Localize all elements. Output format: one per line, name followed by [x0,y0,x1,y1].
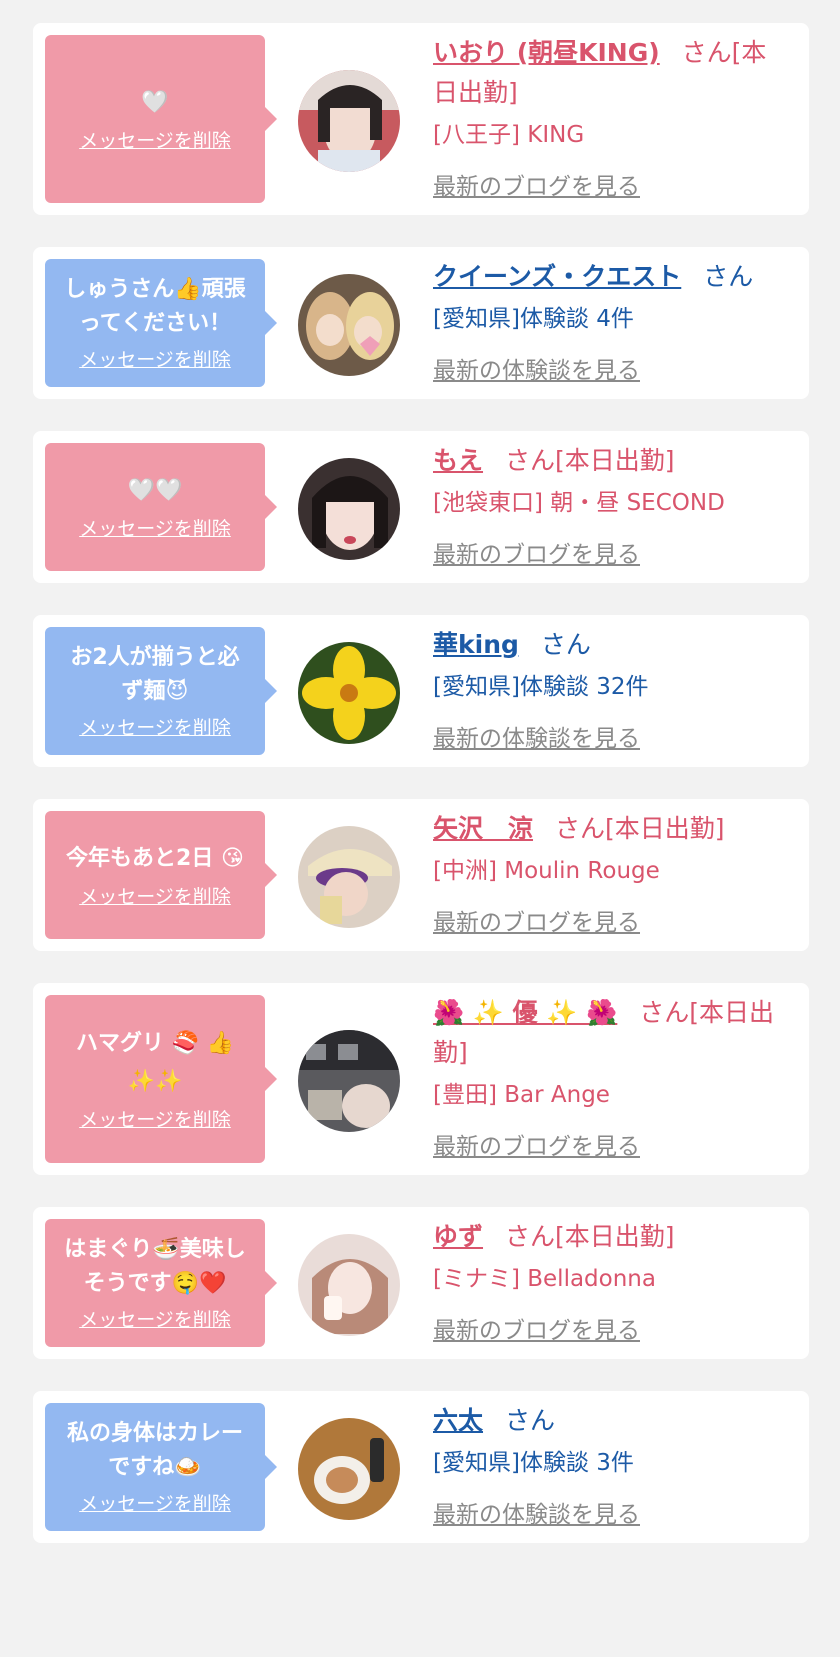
message-bubble: お2人が揃うと必ず麺😈 メッセージを削除 [45,627,277,755]
shop-info: ゆず さん[本日出勤] [ミナミ] Belladonna 最新のブログを見る [433,1217,791,1345]
delete-message-link[interactable]: メッセージを削除 [79,1307,231,1333]
message-bubble: 私の身体はカレーですね🍛 メッセージを削除 [45,1403,277,1531]
shop-info: いおり (朝昼KING) さん[本日出勤] [八王子] KING 最新のブログを… [433,33,791,201]
list-item: 今年もあと2日 😘 メッセージを削除 矢沢 涼 さん[本日出勤] [中洲] Mo… [33,799,809,951]
shop-info: 矢沢 涼 さん[本日出勤] [中洲] Moulin Rouge 最新のブログを見… [433,809,791,937]
girl-name-link[interactable]: ゆず [433,1222,483,1251]
user-name-link[interactable]: 六太 [433,1406,483,1435]
latest-review-link[interactable]: 最新の体験談を見る [433,351,640,385]
message-text: 今年もあと2日 😘 [66,846,244,871]
name-suffix: さん [703,262,754,291]
list-item: 私の身体はカレーですね🍛 メッセージを削除 六太 さん [愛知県]体験談 3件 … [33,1391,809,1543]
list-item: 🤍 メッセージを削除 いおり (朝昼KING) さん[本日出勤] [八王子] K… [33,23,809,215]
message-bubble: 🤍 メッセージを削除 [45,35,277,203]
name-suffix: さん [504,1406,555,1435]
shop-info: 🌺 ✨ 優 ✨ 🌺 さん[本日出勤] [豊田] Bar Ange 最新のブログを… [433,993,791,1161]
list-item: はまぐり🍜美味しそうです🤤❤️ メッセージを削除 ゆず さん[本日出勤] [ミナ… [33,1207,809,1359]
avatar[interactable] [298,1234,400,1336]
name-suffix: さん[本日出勤] [554,814,725,843]
message-text: はまぐり🍜美味しそうです🤤❤️ [64,1237,246,1296]
shop-label: [八王子] KING [433,122,585,148]
list-item: しゅうさん👍頑張ってください！ メッセージを削除 クイーンズ・クエスト さん [… [33,247,809,399]
favorites-list: 🤍 メッセージを削除 いおり (朝昼KING) さん[本日出勤] [八王子] K… [0,0,840,1657]
delete-message-link[interactable]: メッセージを削除 [79,715,231,741]
avatar[interactable] [298,1418,400,1520]
latest-blog-link[interactable]: 最新のブログを見る [433,167,640,201]
name-suffix: さん [540,630,591,659]
avatar[interactable] [298,1030,400,1132]
message-text: しゅうさん👍頑張ってください！ [64,277,246,336]
review-count: [愛知県]体験談 32件 [433,674,649,700]
delete-message-link[interactable]: メッセージを削除 [79,1491,231,1517]
latest-blog-link[interactable]: 最新のブログを見る [433,1311,640,1345]
message-bubble: 今年もあと2日 😘 メッセージを削除 [45,811,277,939]
avatar[interactable] [298,274,400,376]
message-bubble: 🤍🤍 メッセージを削除 [45,443,277,571]
shop-info: 華king さん [愛知県]体験談 32件 最新の体験談を見る [433,625,791,753]
review-count: [愛知県]体験談 3件 [433,1450,634,1476]
list-item: ハマグリ 🍣 👍 ✨✨ メッセージを削除 🌺 ✨ 優 ✨ 🌺 さん[本日出勤] … [33,983,809,1175]
girl-name-link[interactable]: いおり (朝昼KING) [433,38,660,67]
latest-blog-link[interactable]: 最新のブログを見る [433,1127,640,1161]
message-text: 私の身体はカレーですね🍛 [66,1421,243,1480]
avatar[interactable] [298,458,400,560]
list-item: 🤍🤍 メッセージを削除 もえ さん[本日出勤] [池袋東口] 朝・昼 SECON… [33,431,809,583]
delete-message-link[interactable]: メッセージを削除 [79,884,231,910]
delete-message-link[interactable]: メッセージを削除 [79,128,231,154]
shop-label: [池袋東口] 朝・昼 SECOND [433,490,725,516]
list-item: お2人が揃うと必ず麺😈 メッセージを削除 華king さん [愛知県]体験談 3… [33,615,809,767]
message-text: お2人が揃うと必ず麺😈 [70,645,240,704]
shop-name-link[interactable]: クイーンズ・クエスト [433,262,681,291]
latest-review-link[interactable]: 最新の体験談を見る [433,1495,640,1529]
shop-info: もえ さん[本日出勤] [池袋東口] 朝・昼 SECOND 最新のブログを見る [433,441,791,569]
girl-name-link[interactable]: 矢沢 涼 [433,814,533,843]
girl-name-link[interactable]: もえ [433,446,483,475]
message-text: 🤍🤍 [127,478,183,503]
name-suffix: さん[本日出勤] [504,1222,675,1251]
latest-blog-link[interactable]: 最新のブログを見る [433,535,640,569]
shop-label: [中洲] Moulin Rouge [433,858,660,884]
user-name-link[interactable]: 華king [433,630,519,659]
shop-info: 六太 さん [愛知県]体験談 3件 最新の体験談を見る [433,1401,791,1529]
shop-info: クイーンズ・クエスト さん [愛知県]体験談 4件 最新の体験談を見る [433,257,791,385]
name-suffix: さん[本日出勤] [504,446,675,475]
latest-blog-link[interactable]: 最新のブログを見る [433,903,640,937]
message-bubble: ハマグリ 🍣 👍 ✨✨ メッセージを削除 [45,995,277,1163]
avatar[interactable] [298,826,400,928]
shop-label: [豊田] Bar Ange [433,1082,610,1108]
delete-message-link[interactable]: メッセージを削除 [79,347,231,373]
avatar[interactable] [298,642,400,744]
review-count: [愛知県]体験談 4件 [433,306,634,332]
message-bubble: はまぐり🍜美味しそうです🤤❤️ メッセージを削除 [45,1219,277,1347]
delete-message-link[interactable]: メッセージを削除 [79,1107,231,1133]
message-text: 🤍 [141,90,169,115]
message-bubble: しゅうさん👍頑張ってください！ メッセージを削除 [45,259,277,387]
message-text: ハマグリ 🍣 👍 ✨✨ [75,1031,235,1094]
delete-message-link[interactable]: メッセージを削除 [79,516,231,542]
latest-review-link[interactable]: 最新の体験談を見る [433,719,640,753]
avatar[interactable] [298,70,400,172]
girl-name-link[interactable]: 🌺 ✨ 優 ✨ 🌺 [433,998,617,1027]
shop-label: [ミナミ] Belladonna [433,1266,656,1292]
